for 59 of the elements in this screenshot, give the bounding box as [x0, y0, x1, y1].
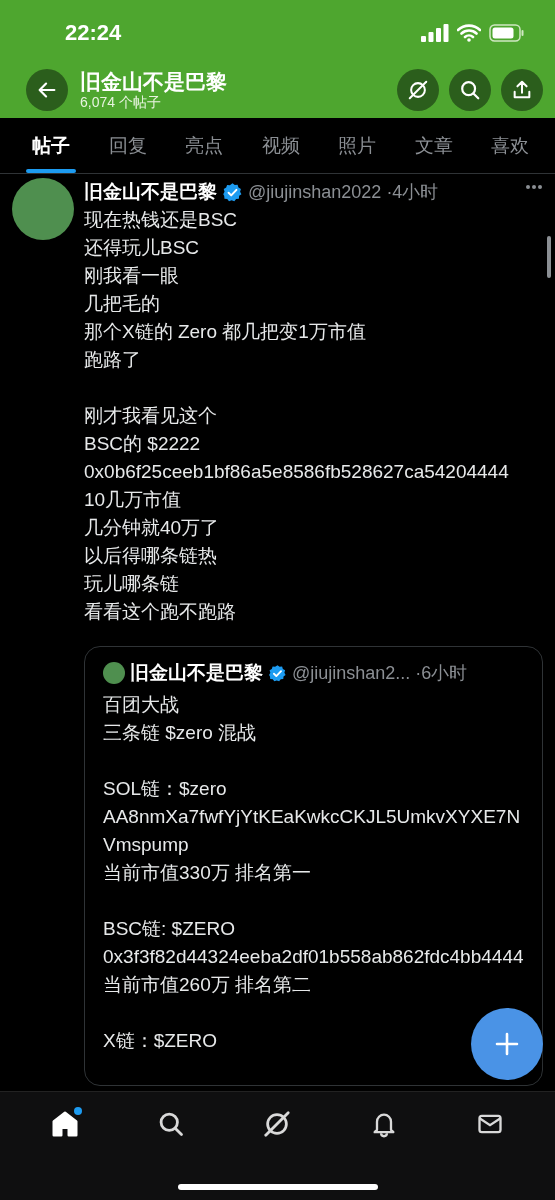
quoted-post-line: X链：$ZERO: [103, 1029, 218, 1053]
post-line: 那个X链的 Zero 都几把变1万市值: [84, 320, 366, 344]
share-button[interactable]: [501, 69, 543, 111]
grok-button[interactable]: [397, 69, 439, 111]
quoted-post-line: SOL链：$zero: [103, 777, 227, 801]
quoted-post-line: 百团大战: [103, 693, 179, 717]
tab[interactable]: 文章: [408, 118, 459, 173]
tab[interactable]: 帖子: [26, 118, 76, 173]
quoted-post-line: 当前市值330万 排名第一: [103, 861, 311, 885]
post-line: 现在热钱还是BSC: [84, 208, 238, 232]
post-count: 6,074 个帖子: [80, 94, 162, 110]
post-line: 刚我看一眼: [84, 264, 179, 288]
quoted-post-card[interactable]: 旧金山不是巴黎 @jiujinshan2... ·6小时 百团大战 三条链 $zero 混战 SOL链：$zero AA8nmXa7fwfYjYtKEaKwkcCKJL5UmkvXYXE7NVmspump 当前市值330万 排名第一 BSC链: $ZERO 0x3f3f82d44324eeba2df01b558ab862fdc4bb4444 当前市值260万 排名第二 X链：$ZERO: [84, 646, 543, 1086]
profile-name: 旧金山不是巴黎: [80, 70, 228, 94]
search-icon: [459, 79, 481, 101]
wifi-icon: [457, 24, 481, 42]
tab[interactable]: 喜欢: [485, 118, 535, 173]
post-line: 玩儿哪条链: [84, 572, 179, 596]
back-button[interactable]: [26, 69, 68, 111]
slashed-circle-icon: [262, 1109, 293, 1139]
status-time: 22:24: [65, 20, 123, 46]
post-line: 看看这个跑不跑路: [84, 600, 236, 624]
post-line: BSC的 $2222: [84, 432, 201, 456]
author-handle: @jiujinshan2022: [248, 181, 382, 203]
post-line: 跑路了: [84, 348, 141, 372]
tab[interactable]: 亮点: [179, 118, 229, 173]
post-line: 以后得哪条链热: [84, 544, 217, 568]
avatar: [103, 662, 125, 684]
post-line: 几把毛的: [84, 292, 160, 316]
quoted-post-line: BSC链: $ZERO: [103, 917, 235, 941]
quoted-post-line: 三条链 $zero 混战: [103, 721, 257, 745]
post-line: 几分钟就40万了: [84, 516, 220, 540]
author-handle: @jiujinshan2...: [292, 662, 411, 684]
post-line: 刚才我看见这个: [84, 404, 217, 428]
avatar[interactable]: [12, 178, 74, 240]
post-time: ·6小时: [415, 662, 468, 685]
search-icon: [157, 1110, 186, 1138]
author-name: 旧金山不是巴黎: [130, 661, 263, 685]
quoted-post-line: AA8nmXa7fwfYjYtKEaKwkcCKJL5UmkvXYXE7NVmspump: [103, 805, 522, 857]
post-time: ·4小时: [386, 181, 439, 204]
slashed-circle-icon: [407, 79, 429, 101]
battery-icon: [489, 24, 525, 42]
quoted-post-line: 0x3f3f82d44324eeba2df01b558ab862fdc4bb4444: [103, 945, 524, 969]
plus-icon: [495, 1032, 519, 1056]
search-button[interactable]: [449, 69, 491, 111]
tab[interactable]: 视频: [255, 118, 306, 173]
post-line: 还得玩儿BSC: [84, 236, 200, 260]
author-name: 旧金山不是巴黎: [84, 180, 217, 204]
post-line: 0x0b6f25ceeb1bf86a5e8586fb528627ca54204444: [84, 460, 509, 484]
quoted-post-line: 当前市值260万 排名第二: [103, 973, 311, 997]
tab[interactable]: 回复: [102, 118, 153, 173]
share-icon: [511, 79, 533, 101]
tab-indicator: [26, 169, 76, 173]
tab[interactable]: 照片: [332, 118, 382, 173]
post-line: 10几万市值: [84, 488, 182, 512]
more-icon[interactable]: [525, 184, 543, 190]
home-icon: [50, 1109, 81, 1139]
signal-icon: [421, 24, 449, 42]
scrollbar: [547, 236, 551, 278]
